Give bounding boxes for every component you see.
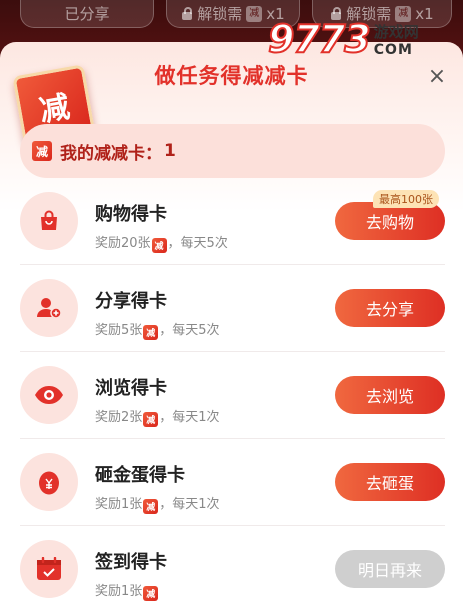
go-browse-button[interactable]: 去浏览 [335,376,445,414]
bg-pill-shared: 已分享 [20,0,154,28]
discount-badge-icon: 减 [143,412,159,427]
lock-icon [181,6,193,21]
bg-pill-unlock-1-badge: 减 [246,5,263,22]
reward-text: 奖励1张 [95,497,143,512]
shopping-bag-icon [20,192,78,250]
discount-badge-icon: 减 [143,325,159,340]
come-back-tomorrow-button[interactable]: 明日再来 [335,550,445,588]
my-cards-count: 1 [164,141,176,161]
reward-text: 奖励5张 [95,323,143,338]
max-reward-tag: 最高100张 [373,190,439,208]
watermark-com: COM [373,41,413,58]
task-reward: 奖励1张减 [95,580,159,601]
go-smash-egg-button[interactable]: 去砸蛋 [335,463,445,501]
bg-pill-unlock-1-label: 解锁需 [197,5,243,23]
discount-badge-icon: 减 [143,586,159,601]
task-name: 分享得卡 [95,291,167,312]
task-reward: 奖励5张减，每天5次 [95,319,220,340]
discount-badge-icon: 减 [143,499,159,514]
reward-limit: ，每天5次 [159,323,220,338]
reward-text: 奖励20张 [95,236,151,251]
task-name: 购物得卡 [95,204,167,225]
my-cards-label: 我的减减卡： [60,143,162,164]
go-share-button[interactable]: 去分享 [335,289,445,327]
bg-pill-shared-label: 已分享 [64,5,110,23]
task-name: 签到得卡 [95,552,167,573]
task-reward: 奖励20张减，每天5次 [95,232,228,253]
watermark-digits: 9773 [267,16,372,62]
task-reward: 奖励1张减，每天1次 [95,493,220,514]
discount-badge-icon: 减 [32,141,52,161]
task-reward: 奖励2张减，每天1次 [95,406,220,427]
task-checkin: 签到得卡 奖励1张减 明日再来 [20,526,445,608]
reward-limit: ，每天5次 [167,236,228,251]
reward-limit: ，每天1次 [159,410,220,425]
discount-badge-icon: 减 [151,238,167,253]
close-button[interactable]: × [426,66,448,88]
reward-text: 奖励2张 [95,410,143,425]
task-shopping: 购物得卡 奖励20张减，每天5次 最高100张 去购物 [20,178,445,265]
task-browse: 浏览得卡 奖励2张减，每天1次 去浏览 [20,352,445,439]
user-add-icon [20,279,78,337]
my-cards-bar: 减 我的减减卡： 1 [20,124,445,178]
eye-icon [20,366,78,424]
watermark-cn: 游戏网 [373,22,419,41]
task-name: 浏览得卡 [95,378,167,399]
reward-text: 奖励1张 [95,584,143,599]
golden-egg-icon [20,453,78,511]
task-name: 砸金蛋得卡 [95,465,185,486]
reward-limit: ，每天1次 [159,497,220,512]
task-share: 分享得卡 奖励5张减，每天5次 去分享 [20,265,445,352]
site-watermark-logo: 9773 游戏网 COM [267,12,458,66]
task-sheet: 减 做任务得减减卡 × 9773 游戏网 COM 减 我的减减卡： 1 购物得卡… [0,16,463,608]
calendar-check-icon [20,540,78,598]
task-golden-egg: 砸金蛋得卡 奖励1张减，每天1次 去砸蛋 [20,439,445,526]
